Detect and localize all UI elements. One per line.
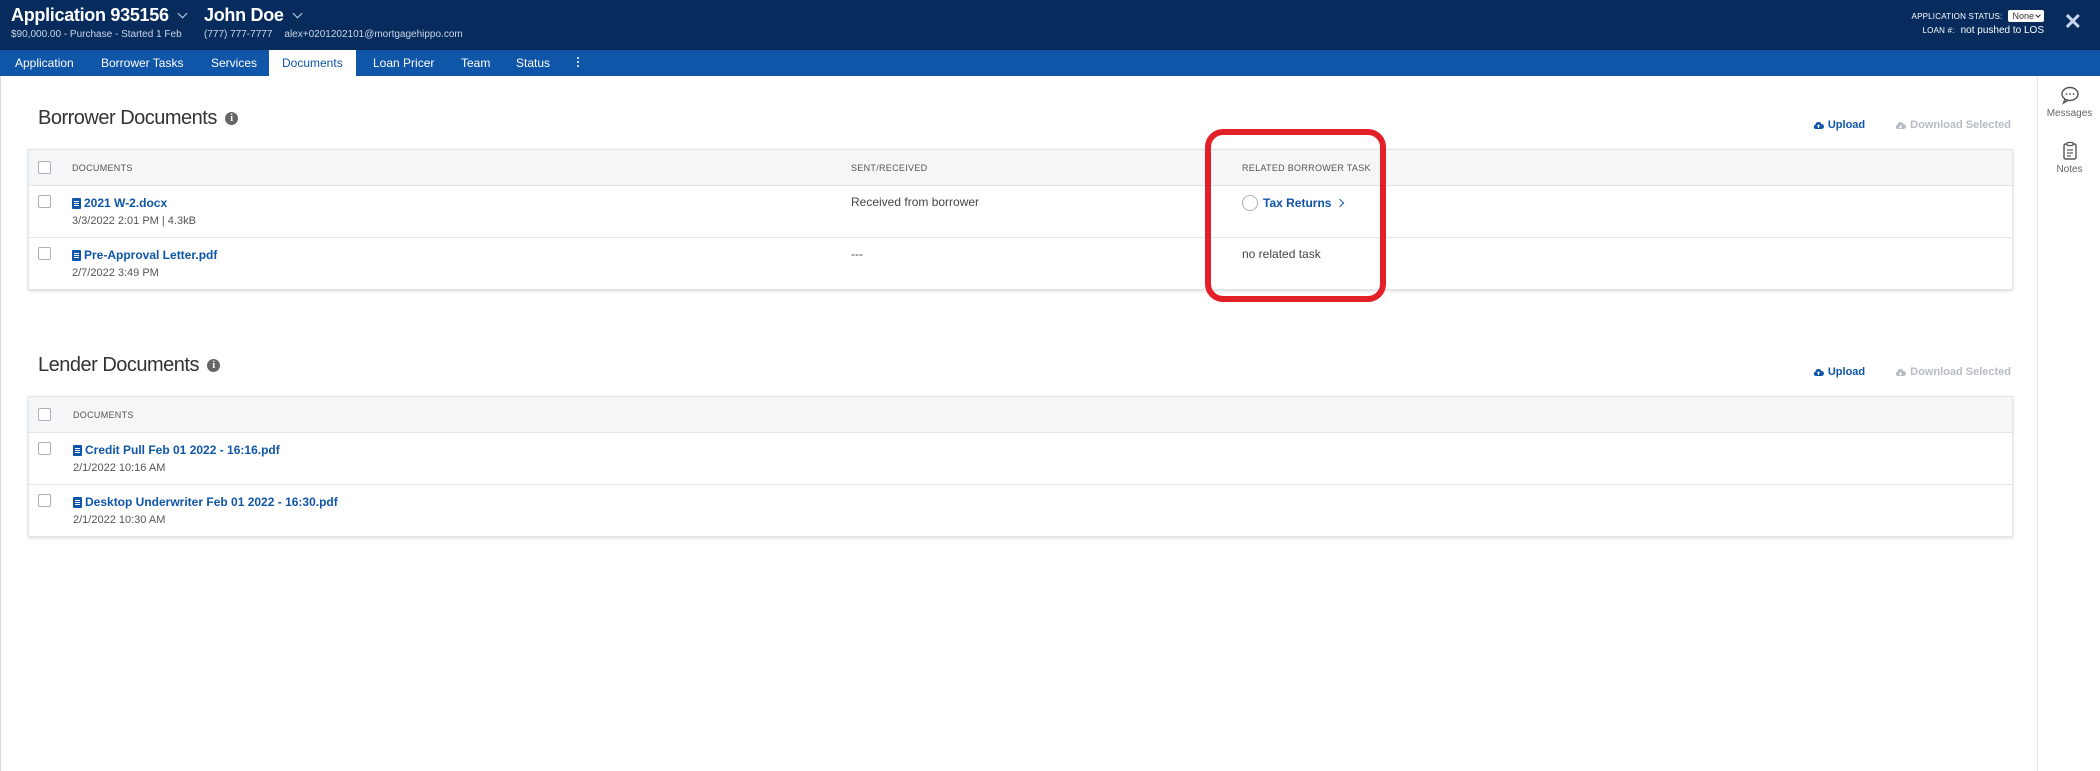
row-checkbox[interactable] bbox=[38, 494, 51, 507]
lender-documents-table: DOCUMENTS Credit Pull Feb 01 2022 - 16:1… bbox=[28, 396, 2013, 537]
upload-button[interactable]: Upload bbox=[1813, 366, 1865, 378]
top-header: Application 935156 $90,000.00 - Purchase… bbox=[0, 0, 2100, 50]
chevron-down-icon bbox=[292, 8, 303, 19]
row-checkbox[interactable] bbox=[38, 442, 51, 455]
document-name: Desktop Underwriter Feb 01 2022 - 16:30.… bbox=[85, 495, 338, 509]
borrower-email: alex+0201202101@mortgagehippo.com bbox=[284, 29, 463, 40]
application-status-select[interactable]: None bbox=[2008, 10, 2044, 22]
right-rail: Messages Notes bbox=[2037, 76, 2100, 771]
notes-button[interactable]: Notes bbox=[2038, 141, 2100, 175]
document-meta: 2/1/2022 10:16 AM bbox=[73, 462, 166, 474]
tab-application[interactable]: Application bbox=[2, 50, 87, 76]
select-all-checkbox[interactable] bbox=[38, 161, 51, 174]
tab-bar: Application Borrower Tasks Services Docu… bbox=[0, 50, 2100, 76]
info-icon[interactable]: i bbox=[206, 359, 220, 372]
tab-borrower-tasks[interactable]: Borrower Tasks bbox=[88, 50, 196, 76]
left-border bbox=[0, 76, 1, 771]
borrower-name: John Doe bbox=[204, 5, 284, 25]
borrower-contact: (777) 777-7777 alex+0201202101@mortgageh… bbox=[204, 29, 463, 40]
table-header: DOCUMENTS bbox=[29, 397, 2012, 433]
row-checkbox[interactable] bbox=[38, 195, 51, 208]
sent-received-status: --- bbox=[851, 247, 863, 261]
table-row: 2021 W-2.docx 3/3/2022 2:01 PM | 4.3kB R… bbox=[29, 186, 2012, 238]
download-selected-button[interactable]: Download Selected bbox=[1895, 366, 2011, 378]
download-selected-label: Download Selected bbox=[1910, 119, 2011, 131]
more-options-icon[interactable] bbox=[572, 55, 584, 71]
document-link[interactable]: 2021 W-2.docx bbox=[72, 196, 167, 210]
document-link[interactable]: Pre-Approval Letter.pdf bbox=[72, 248, 217, 262]
tab-documents[interactable]: Documents bbox=[269, 50, 356, 76]
cloud-upload-icon bbox=[1813, 121, 1824, 129]
messages-label: Messages bbox=[2046, 108, 2093, 119]
status-area: APPLICATION STATUS: None LOAN #: not pus… bbox=[1912, 9, 2044, 37]
table-row: Credit Pull Feb 01 2022 - 16:16.pdf 2/1/… bbox=[29, 433, 2012, 485]
document-name: Pre-Approval Letter.pdf bbox=[84, 248, 218, 262]
borrower-documents-heading: Borrower Documents i bbox=[38, 107, 238, 130]
clipboard-icon bbox=[2062, 141, 2077, 160]
table-row: Desktop Underwriter Feb 01 2022 - 16:30.… bbox=[29, 485, 2012, 536]
borrower-documents-table: DOCUMENTS SENT/RECEIVED RELATED BORROWER… bbox=[28, 149, 2013, 290]
upload-button[interactable]: Upload bbox=[1813, 119, 1865, 131]
cloud-download-icon bbox=[1896, 368, 1907, 376]
document-meta: 3/3/2022 2:01 PM | 4.3kB bbox=[72, 215, 196, 227]
tab-loan-pricer[interactable]: Loan Pricer bbox=[360, 50, 447, 76]
chevron-down-icon bbox=[2035, 11, 2041, 18]
borrower-phone: (777) 777-7777 bbox=[204, 29, 273, 40]
tab-services[interactable]: Services bbox=[198, 50, 270, 76]
lender-documents-heading: Lender Documents i bbox=[38, 354, 220, 377]
table-header: DOCUMENTS SENT/RECEIVED RELATED BORROWER… bbox=[29, 150, 2012, 186]
document-icon bbox=[72, 197, 81, 209]
loan-number-label: LOAN #: bbox=[1922, 25, 1955, 35]
loan-number-value: not pushed to LOS bbox=[1960, 24, 2044, 36]
chat-bubble-icon bbox=[2060, 86, 2079, 105]
document-link[interactable]: Desktop Underwriter Feb 01 2022 - 16:30.… bbox=[73, 495, 338, 509]
application-title: Application 935156 bbox=[11, 5, 169, 25]
cloud-download-icon bbox=[1896, 121, 1907, 129]
document-name: 2021 W-2.docx bbox=[84, 196, 168, 210]
document-icon bbox=[73, 444, 82, 456]
application-status-value: None bbox=[2012, 11, 2034, 21]
borrower-switcher[interactable]: John Doe bbox=[204, 5, 303, 26]
download-selected-label: Download Selected bbox=[1910, 366, 2011, 378]
messages-button[interactable]: Messages bbox=[2038, 85, 2100, 119]
upload-label: Upload bbox=[1827, 366, 1866, 378]
download-selected-button[interactable]: Download Selected bbox=[1895, 119, 2011, 131]
table-row: Pre-Approval Letter.pdf 2/7/2022 3:49 PM… bbox=[29, 238, 2012, 289]
application-summary: $90,000.00 - Purchase - Started 1 Feb bbox=[11, 29, 182, 40]
document-name: Credit Pull Feb 01 2022 - 16:16.pdf bbox=[85, 443, 280, 457]
column-header-sent-received: SENT/RECEIVED bbox=[851, 163, 928, 173]
application-status-label: APPLICATION STATUS: bbox=[1911, 11, 2003, 21]
document-meta: 2/7/2022 3:49 PM bbox=[72, 267, 159, 279]
document-meta: 2/1/2022 10:30 AM bbox=[73, 514, 166, 526]
info-icon[interactable]: i bbox=[224, 112, 238, 125]
tab-status[interactable]: Status bbox=[503, 50, 563, 76]
chevron-down-icon bbox=[177, 8, 188, 19]
document-icon bbox=[73, 496, 82, 508]
borrower-documents-actions: Upload Download Selected bbox=[1813, 119, 2011, 131]
tab-team[interactable]: Team bbox=[448, 50, 503, 76]
app-window: Application 935156 $90,000.00 - Purchase… bbox=[0, 0, 2100, 771]
highlight-annotation bbox=[1205, 129, 1386, 302]
row-checkbox[interactable] bbox=[38, 247, 51, 260]
document-link[interactable]: Credit Pull Feb 01 2022 - 16:16.pdf bbox=[73, 443, 280, 457]
document-icon bbox=[72, 249, 81, 261]
section-title: Borrower Documents bbox=[38, 107, 217, 129]
section-title: Lender Documents bbox=[38, 354, 199, 376]
lender-documents-actions: Upload Download Selected bbox=[1813, 366, 2011, 378]
close-icon[interactable]: ✕ bbox=[2064, 11, 2082, 33]
column-header-documents: DOCUMENTS bbox=[72, 163, 133, 173]
sent-received-status: Received from borrower bbox=[851, 195, 980, 209]
upload-label: Upload bbox=[1827, 119, 1866, 131]
application-switcher[interactable]: Application 935156 bbox=[11, 5, 188, 26]
column-header-documents: DOCUMENTS bbox=[73, 410, 134, 420]
notes-label: Notes bbox=[2056, 164, 2083, 175]
select-all-checkbox[interactable] bbox=[38, 408, 51, 421]
cloud-upload-icon bbox=[1813, 368, 1824, 376]
